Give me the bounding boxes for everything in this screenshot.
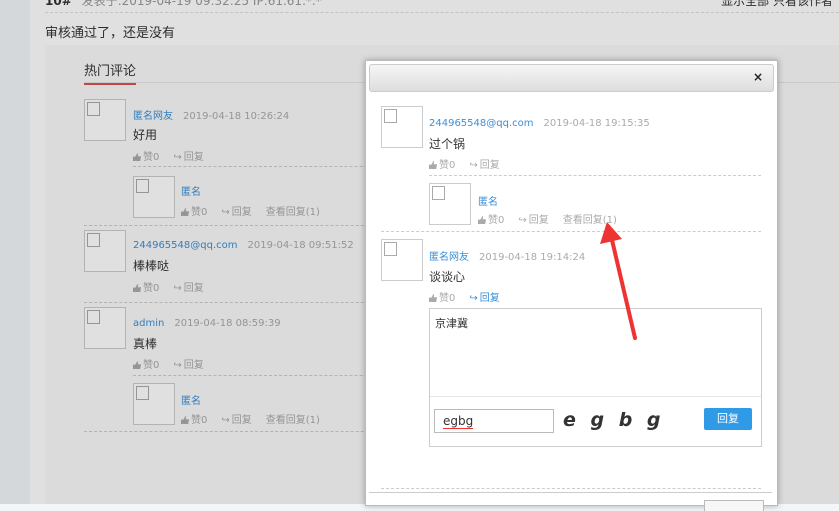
annotation-arrow xyxy=(600,222,637,340)
